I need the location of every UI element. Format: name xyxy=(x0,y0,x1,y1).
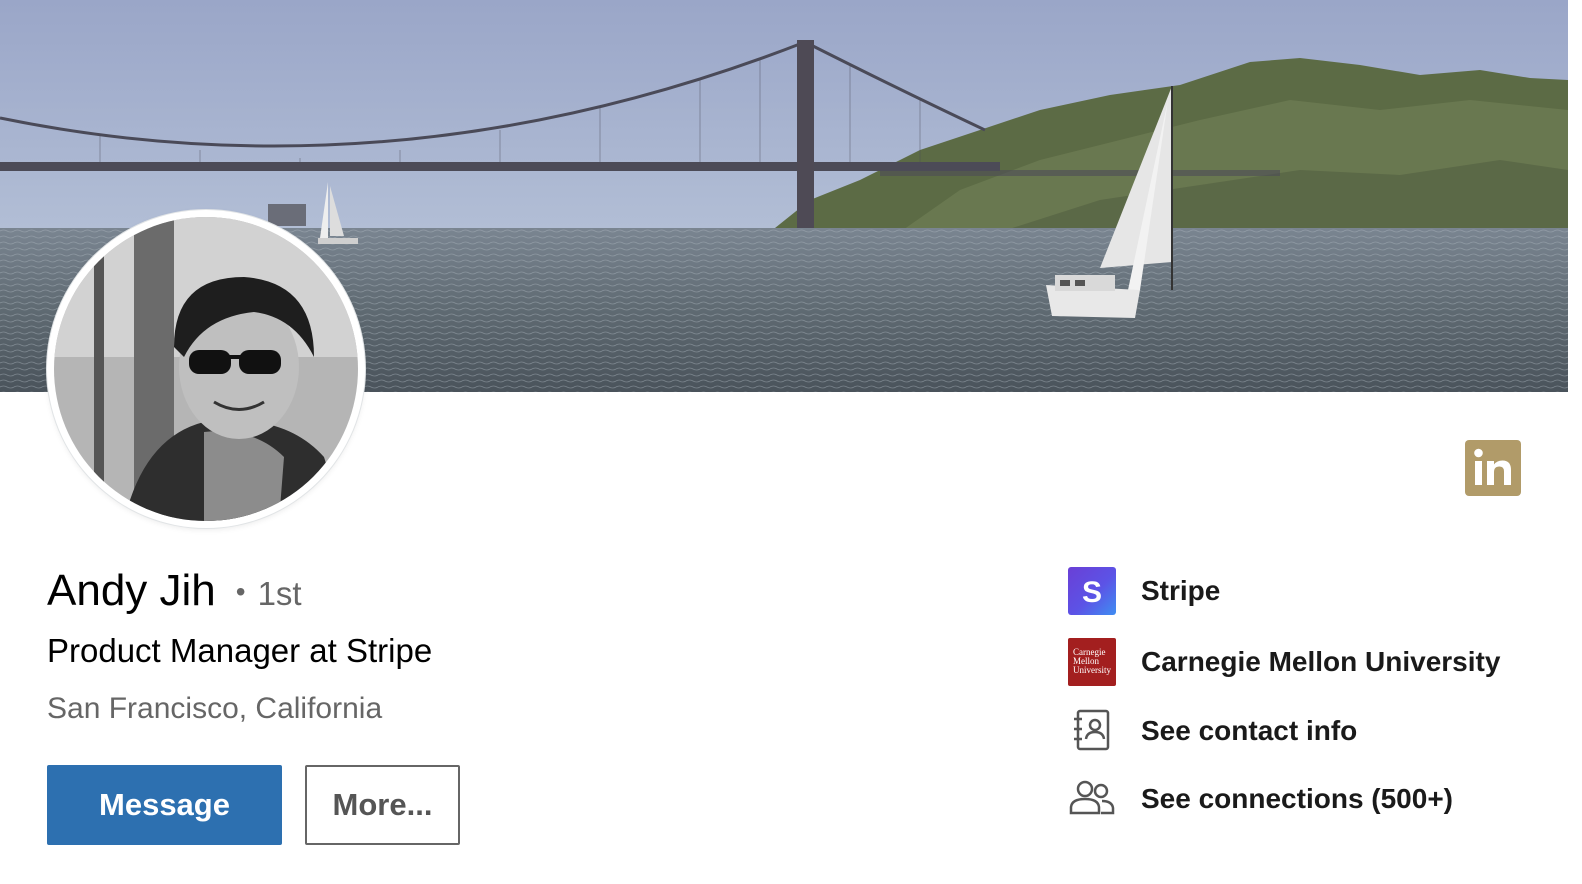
company-name: Stripe xyxy=(1141,575,1221,606)
connection-degree: 1st xyxy=(257,575,302,612)
message-button[interactable]: Message xyxy=(47,765,282,845)
svg-text:University: University xyxy=(1073,665,1111,675)
contact-card-icon xyxy=(1068,707,1116,755)
profile-photo[interactable] xyxy=(47,210,365,528)
profile-headline: Product Manager at Stripe xyxy=(47,632,433,669)
stripe-logo-icon: S xyxy=(1068,567,1116,615)
linkedin-icon xyxy=(1465,440,1521,496)
school-name: Carnegie Mellon University xyxy=(1141,646,1501,677)
carnegie-mellon-logo-icon: Carnegie Mellon University xyxy=(1068,638,1116,686)
connections-link[interactable]: See connections (500+) xyxy=(1068,774,1568,824)
profile-name: Andy Jih xyxy=(47,566,216,615)
profile-location: San Francisco, California xyxy=(47,692,383,725)
degree-separator: • xyxy=(235,576,246,607)
education-link[interactable]: Carnegie Mellon University Carnegie Mell… xyxy=(1068,637,1568,687)
contact-info-link[interactable]: See contact info xyxy=(1068,706,1568,756)
contact-info-label: See contact info xyxy=(1141,715,1358,746)
connections-label: See connections (500+) xyxy=(1141,783,1454,814)
svg-text:S: S xyxy=(1082,576,1102,609)
current-company-link[interactable]: S Stripe xyxy=(1068,566,1568,616)
profile-name-row: Andy Jih • 1st xyxy=(47,566,302,618)
more-button[interactable]: More... xyxy=(305,765,460,845)
connections-icon xyxy=(1068,775,1116,823)
